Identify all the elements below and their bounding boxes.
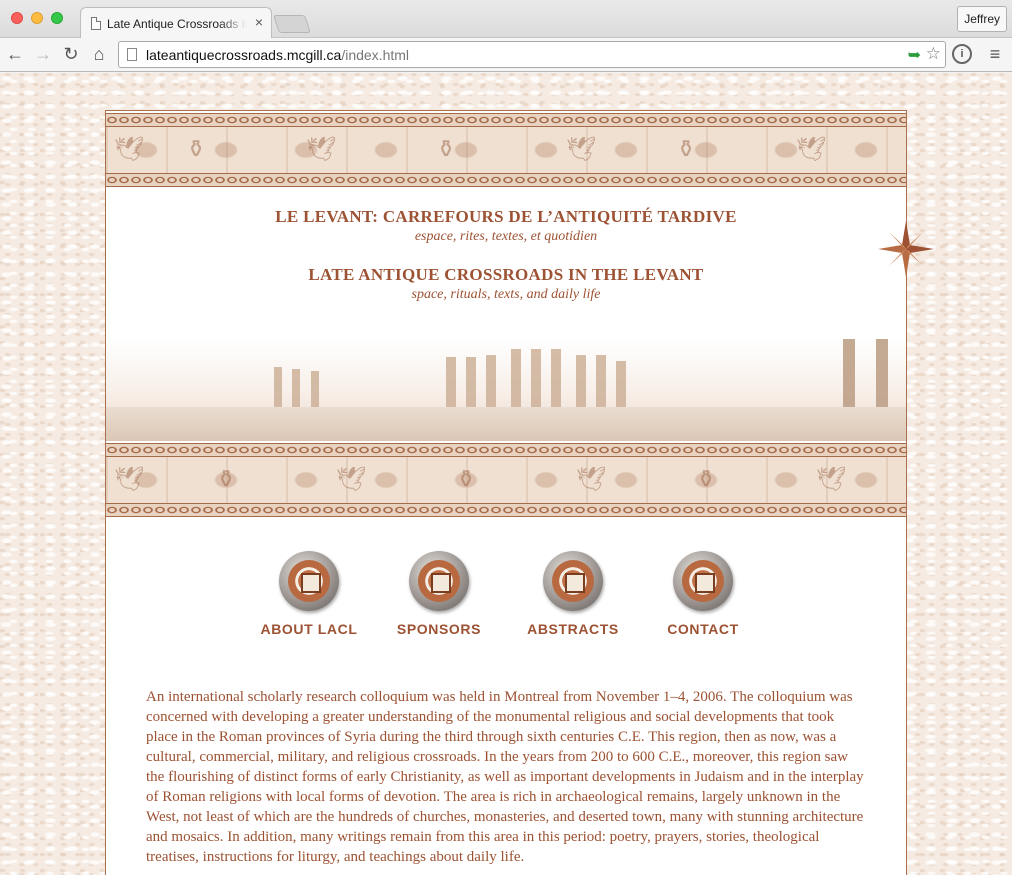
rope-border — [106, 113, 906, 127]
ruin-column — [511, 349, 521, 415]
amphora-icon: ⚱ — [216, 466, 237, 493]
home-icon[interactable]: ⌂ — [88, 43, 110, 65]
url-text[interactable]: lateantiquecrossroads.mcgill.ca/index.ht… — [146, 47, 409, 63]
ruin-column — [576, 355, 586, 415]
ruin-column — [843, 339, 855, 415]
extension-icon[interactable]: i — [952, 44, 972, 64]
bookmark-star-icon[interactable]: ☆ — [926, 44, 941, 64]
browser-tab-active[interactable]: Late Antique Crossroads in × — [80, 7, 272, 38]
url-host: lateantiquecrossroads.mcgill.ca — [146, 47, 342, 63]
extension-arrow-icon[interactable]: ➥ — [908, 45, 921, 65]
ruin-column — [876, 339, 888, 415]
mosaic-frieze: 🕊 ⚱ 🕊 ⚱ 🕊 ⚱ 🕊 — [106, 457, 906, 503]
nav-label[interactable]: ABSTRACTS — [508, 621, 638, 637]
rope-border — [106, 503, 906, 517]
nav-sponsors[interactable]: SPONSORS — [374, 551, 504, 637]
nav-contact[interactable]: CONTACT — [638, 551, 768, 637]
ruin-column — [596, 355, 606, 415]
bird-icon: 🕊 — [816, 466, 847, 493]
intro-paragraph: An international scholarly research coll… — [146, 689, 864, 865]
title-english: LATE ANTIQUE CROSSROADS IN THE LEVANT — [308, 265, 704, 284]
browser-tab-bar: Late Antique Crossroads in × Jeffrey — [0, 0, 1012, 38]
medallion-icon[interactable] — [673, 551, 733, 611]
rope-border — [106, 173, 906, 187]
amphora-icon: ⚱ — [696, 466, 717, 493]
address-bar[interactable]: lateantiquecrossroads.mcgill.ca/index.ht… — [118, 41, 946, 68]
tab-title: Late Antique Crossroads in — [107, 17, 247, 31]
nav-about-lacl[interactable]: ABOUT LACL — [244, 551, 374, 637]
bird-icon: 🕊 — [576, 466, 607, 493]
bird-icon: 🕊 — [336, 466, 367, 493]
mosaic-banner-bottom: 🕊 ⚱ 🕊 ⚱ 🕊 ⚱ 🕊 — [106, 441, 906, 519]
menu-icon[interactable]: ≡ — [984, 43, 1006, 65]
window-minimize-button[interactable] — [31, 12, 43, 24]
medallion-icon[interactable] — [543, 551, 603, 611]
nav-label[interactable]: ABOUT LACL — [244, 621, 374, 637]
mosaic-frieze: 🕊 ⚱ 🕊 ⚱ 🕊 ⚱ 🕊 — [106, 127, 906, 173]
medallion-icon[interactable] — [279, 551, 339, 611]
rope-border — [106, 443, 906, 457]
main-nav: ABOUT LACL SPONSORS ABSTRACTS CONTACT — [106, 551, 906, 651]
bird-icon: 🕊 — [796, 136, 827, 163]
mosaic-banner-top: 🕊 ⚱ 🕊 ⚱ 🕊 ⚱ 🕊 — [106, 111, 906, 189]
amphora-icon: ⚱ — [676, 136, 697, 163]
page-icon — [91, 17, 101, 30]
nav-abstracts[interactable]: ABSTRACTS — [508, 551, 638, 637]
amphora-icon: ⚱ — [436, 136, 457, 163]
bird-icon: 🕊 — [306, 136, 337, 163]
amphora-icon: ⚱ — [186, 136, 207, 163]
ruin-column — [486, 355, 496, 415]
bird-icon: 🕊 — [114, 466, 145, 493]
amphora-icon: ⚱ — [456, 466, 477, 493]
ruin-column — [531, 349, 541, 415]
title-french: LE LEVANT: CARREFOURS DE L’ANTIQUITÉ TAR… — [275, 207, 737, 226]
new-tab-button[interactable] — [273, 15, 311, 33]
url-path: /index.html — [341, 47, 410, 63]
compass-rose-icon — [878, 221, 934, 277]
page-viewport: 🕊 ⚱ 🕊 ⚱ 🕊 ⚱ 🕊 LE LEVANT: CARREFOURS DE L… — [0, 73, 1012, 875]
subtitle-english: space, rituals, texts, and daily life — [411, 287, 601, 302]
window-maximize-button[interactable] — [51, 12, 63, 24]
profile-button[interactable]: Jeffrey — [957, 6, 1007, 32]
bird-icon: 🕊 — [566, 136, 597, 163]
tab-close-icon[interactable]: × — [255, 15, 263, 29]
ruins-photo — [106, 339, 906, 441]
subtitle-french: espace, rites, textes, et quotidien — [414, 229, 598, 244]
browser-toolbar: ← → ↻ ⌂ lateantiquecrossroads.mcgill.ca/… — [0, 38, 1012, 72]
window-close-button[interactable] — [11, 12, 23, 24]
nav-label[interactable]: SPONSORS — [374, 621, 504, 637]
ruins-ground — [106, 407, 906, 441]
bird-icon: 🕊 — [114, 136, 145, 163]
back-arrow-icon[interactable]: ← — [4, 43, 26, 65]
content-panel: 🕊 ⚱ 🕊 ⚱ 🕊 ⚱ 🕊 LE LEVANT: CARREFOURS DE L… — [105, 110, 934, 875]
page-icon — [127, 48, 137, 61]
medallion-icon[interactable] — [409, 551, 469, 611]
ruin-column — [551, 349, 561, 415]
forward-arrow-icon[interactable]: → — [32, 43, 54, 65]
site-headings: LE LEVANT: CARREFOURS DE L’ANTIQUITÉ TAR… — [106, 207, 906, 303]
nav-label[interactable]: CONTACT — [638, 621, 768, 637]
reload-icon[interactable]: ↻ — [60, 43, 82, 65]
